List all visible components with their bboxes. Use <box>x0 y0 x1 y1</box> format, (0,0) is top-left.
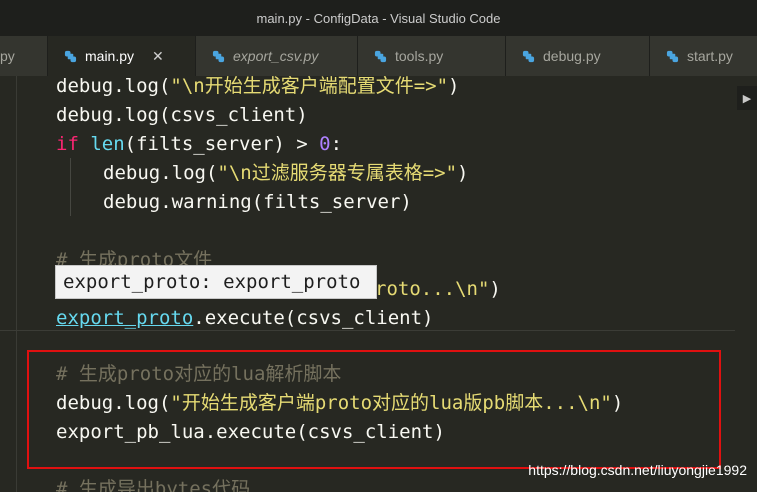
code-text: (filts_server) > <box>124 133 320 155</box>
python-file-icon <box>212 50 225 62</box>
scroll-right-icon[interactable]: ▶ <box>737 86 757 110</box>
code-text: debug.warning(filts_server) <box>103 191 412 213</box>
gutter-divider <box>16 76 17 492</box>
code-line[interactable]: debug.log(csvs_client) <box>56 101 308 130</box>
code-line[interactable]: if len(filts_server) > 0: <box>56 130 342 159</box>
tab-bar: py main.py ✕ export_csv.py tools.py debu… <box>0 36 757 76</box>
close-icon[interactable]: ✕ <box>152 48 164 65</box>
hover-tooltip: export_proto: export_proto <box>55 265 377 299</box>
tab-label: main.py <box>85 48 135 64</box>
tab-label: debug.py <box>543 48 601 64</box>
code-text: debug.log( <box>56 76 171 97</box>
watermark: https://blog.csdn.net/liuyongjie1992 <box>528 462 747 478</box>
highlight-annotation-box <box>27 350 721 469</box>
python-file-icon <box>666 50 679 62</box>
tab-tools-py[interactable]: tools.py <box>358 36 506 76</box>
code-string: "\n过滤服务器专属表格=>" <box>217 162 458 184</box>
indent-guide <box>70 158 71 216</box>
tab-label: tools.py <box>395 48 444 64</box>
tab-label: export_csv.py <box>233 48 319 64</box>
code-line[interactable]: debug.log("\n过滤服务器专属表格=>") <box>103 159 468 188</box>
code-keyword: if <box>56 133 79 155</box>
window-title: main.py - ConfigData - Visual Studio Cod… <box>0 0 757 36</box>
python-file-icon <box>374 50 387 62</box>
tab-main-py[interactable]: main.py ✕ <box>48 36 196 76</box>
code-text: ) <box>448 76 460 97</box>
tab-partial[interactable]: py <box>0 36 48 76</box>
code-string: roto...\n" <box>375 278 490 300</box>
code-string: "\n开始生成客户端配置文件=>" <box>170 76 449 97</box>
code-builtin: len <box>90 133 125 155</box>
tab-label: start.py <box>687 48 733 64</box>
code-editor[interactable]: ▶ debug.log("\n开始生成客户端配置文件=>") debug.log… <box>0 76 757 492</box>
code-line[interactable]: export_proto.execute(csvs_client) <box>56 304 434 333</box>
code-text: ) <box>457 162 469 184</box>
tab-export-csv-py[interactable]: export_csv.py <box>196 36 358 76</box>
code-number: 0 <box>319 133 331 155</box>
tab-start-py[interactable]: start.py <box>650 36 757 76</box>
code-text: .execute(csvs_client) <box>193 307 434 329</box>
code-text: : <box>330 133 343 155</box>
code-line[interactable]: debug.log("\n开始生成客户端配置文件=>") <box>56 76 459 101</box>
code-symbol-link[interactable]: export_proto <box>56 307 193 329</box>
tab-label: py <box>0 48 15 64</box>
code-line[interactable]: debug.warning(filts_server) <box>103 188 412 217</box>
code-line[interactable]: roto...\n") <box>375 275 501 304</box>
code-text: debug.log( <box>103 162 218 184</box>
code-comment-line[interactable]: # 生成导出bytes代码 <box>56 475 250 492</box>
code-text: ) <box>489 278 501 300</box>
code-text: debug.log(csvs_client) <box>56 104 308 126</box>
code-comment: # 生成导出bytes代码 <box>56 478 251 492</box>
python-file-icon <box>522 50 535 62</box>
tab-debug-py[interactable]: debug.py <box>506 36 650 76</box>
python-file-icon <box>64 50 77 62</box>
